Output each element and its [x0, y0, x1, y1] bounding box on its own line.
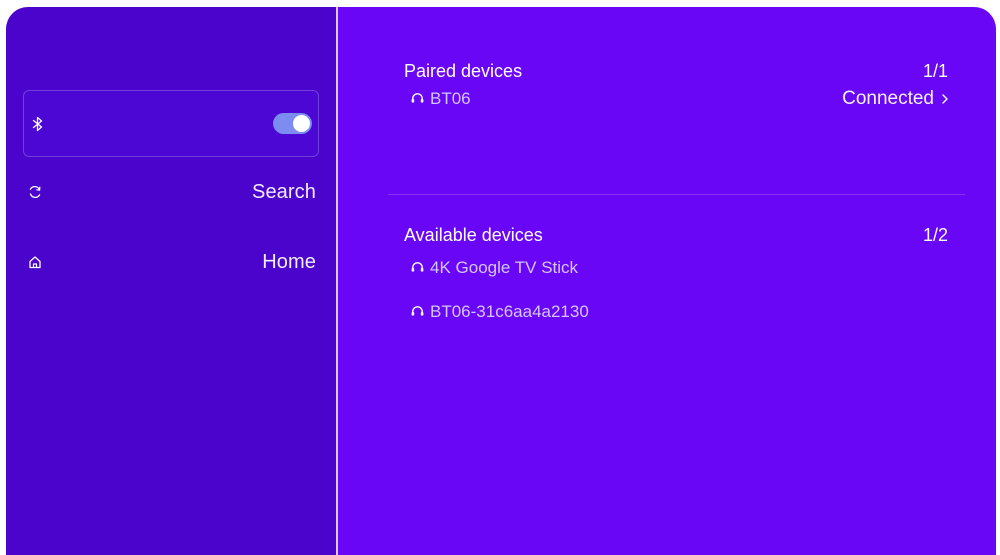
available-device-row[interactable]: 4K Google TV Stick [404, 253, 948, 283]
device-name: BT06-31c6aa4a2130 [430, 302, 589, 321]
device-status: Connected [842, 88, 948, 110]
section-divider [388, 194, 965, 195]
paired-device-row[interactable]: BT06 Connected [404, 84, 948, 114]
bluetooth-toggle-switch[interactable] [273, 113, 312, 134]
bluetooth-toggle-row[interactable] [23, 90, 319, 157]
device-item: 4K Google TV Stick [411, 258, 578, 278]
paired-devices-section: Paired devices 1/1 BT06 Connected [404, 59, 948, 114]
sidebar-item-search[interactable]: Search [23, 175, 319, 209]
connected-status-label: Connected [842, 88, 934, 109]
toggle-knob [293, 115, 310, 132]
sidebar-item-home-label: Home [262, 250, 316, 273]
available-devices-section: Available devices 1/2 4K Google TV Stick [404, 223, 948, 327]
available-devices-title: Available devices [404, 224, 543, 245]
device-item: BT06-31c6aa4a2130 [411, 302, 589, 322]
sidebar-item-search-label: Search [252, 180, 316, 203]
headphones-icon [411, 259, 424, 277]
paired-devices-header: Paired devices 1/1 [404, 59, 948, 83]
available-device-row[interactable]: BT06-31c6aa4a2130 [404, 297, 948, 327]
device-name: BT06 [430, 89, 471, 108]
available-devices-header: Available devices 1/2 [404, 223, 948, 247]
device-item: BT06 [411, 89, 471, 109]
paired-devices-title: Paired devices [404, 60, 523, 81]
paired-devices-count: 1/1 [922, 60, 948, 81]
sidebar-item-home[interactable]: Home [23, 245, 319, 279]
bluetooth-settings-window: Search Home Paired devices 1/1 BT06 Conn… [6, 7, 996, 555]
sidebar: Search Home [6, 7, 336, 555]
headphones-icon [411, 303, 424, 321]
refresh-icon [27, 184, 43, 200]
chevron-right-icon [942, 88, 948, 110]
available-devices-count: 1/2 [922, 224, 948, 245]
device-name: 4K Google TV Stick [430, 258, 579, 277]
bluetooth-icon [30, 116, 46, 132]
devices-panel: Paired devices 1/1 BT06 Connected Availa… [338, 7, 996, 555]
home-icon [27, 254, 43, 270]
headphones-icon [411, 90, 424, 108]
